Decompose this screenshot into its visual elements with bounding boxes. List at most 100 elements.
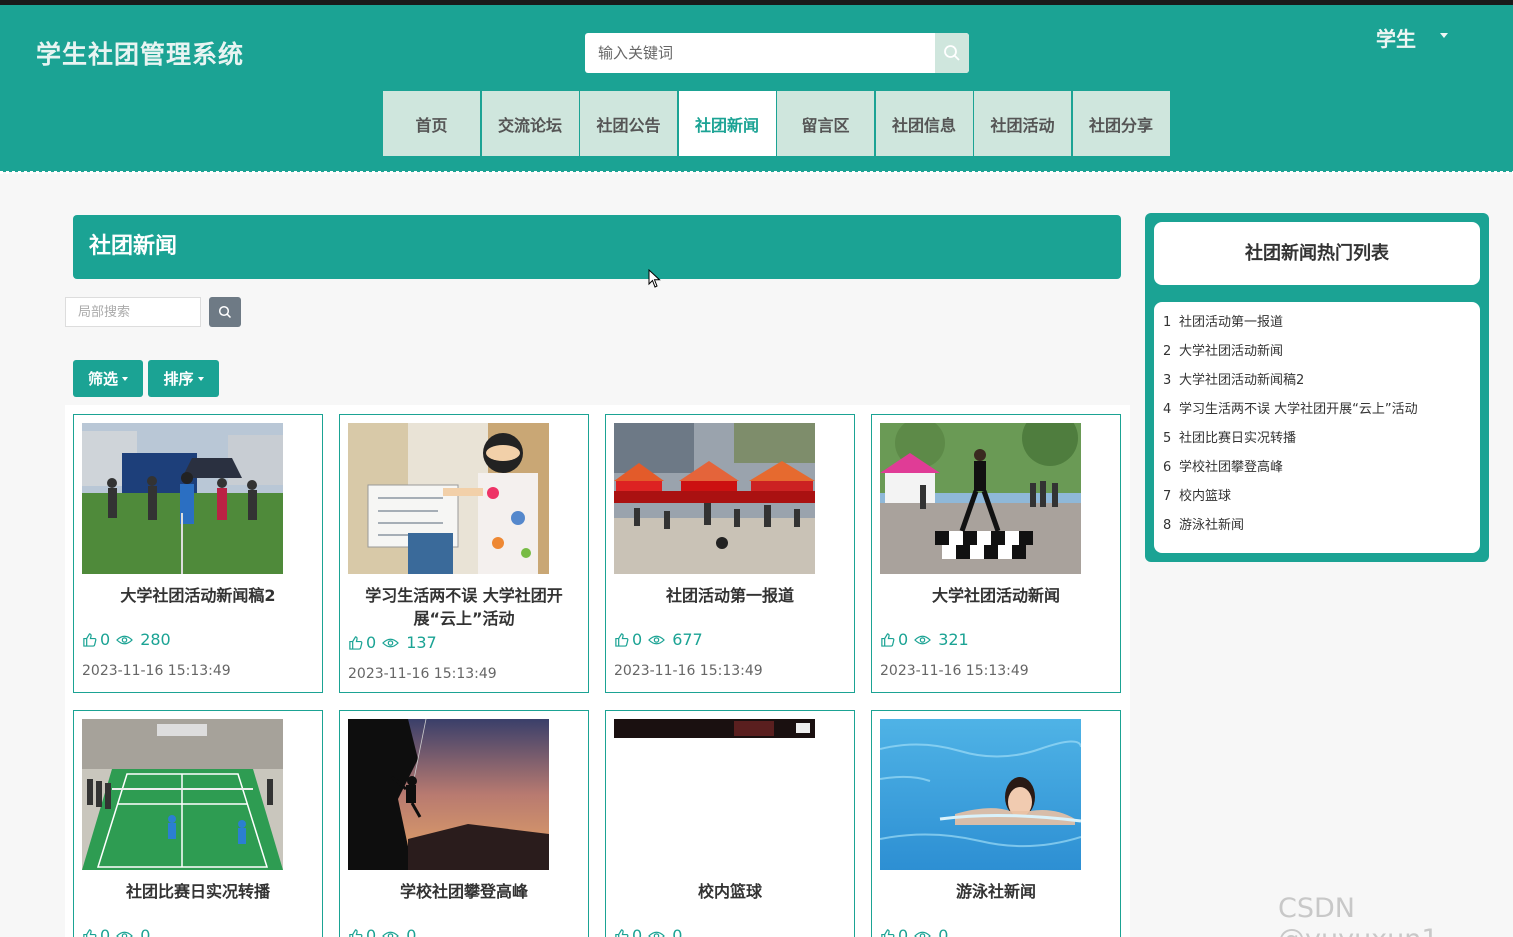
news-card[interactable]: 学习生活两不误 大学社团开展“云上”活动 0 137 2023-11-16 15… xyxy=(339,414,589,693)
nav-item-7[interactable]: 社团分享 xyxy=(1072,91,1170,156)
hot-list-item[interactable]: 3 大学社团活动新闻稿2 xyxy=(1154,369,1480,398)
news-card-date: 2023-11-16 15:13:49 xyxy=(82,663,231,679)
eye-icon xyxy=(382,931,400,937)
news-card-stats: 0 0 xyxy=(614,926,682,937)
news-card-stats: 0 0 xyxy=(348,926,416,937)
hot-list-label: 社团比赛日实况转播 xyxy=(1179,431,1297,446)
news-card-image-whiteboard-person[interactable] xyxy=(348,423,549,574)
news-card[interactable]: 游泳社新闻 0 0 xyxy=(871,710,1121,937)
like-count: 0 xyxy=(366,633,377,652)
hot-list-rank: 7 xyxy=(1163,489,1172,504)
view-count: 0 xyxy=(406,926,417,937)
hot-list: 1 社团活动第一报道 2 大学社团活动新闻 3 大学社团活动新闻稿2 4 学习生活两不误 大学… xyxy=(1154,302,1480,553)
nav-item-5[interactable]: 社团信息 xyxy=(875,91,973,156)
view-count: 0 xyxy=(140,926,151,937)
eye-icon xyxy=(116,635,134,644)
news-card-title[interactable]: 社团活动第一报道 xyxy=(614,584,846,607)
view-count: 280 xyxy=(140,630,171,649)
search-button[interactable] xyxy=(935,33,969,73)
hot-list-item[interactable]: 4 学习生活两不误 大学社团开展“云上”活动 xyxy=(1154,398,1480,427)
filter-button[interactable]: 筛选 xyxy=(73,360,143,397)
hot-list-label: 学校社团攀登高峰 xyxy=(1179,460,1284,475)
eye-icon xyxy=(648,635,666,644)
hot-list-label: 社团活动第一报道 xyxy=(1179,315,1284,330)
like-icon xyxy=(615,929,629,937)
like-count: 0 xyxy=(898,630,909,649)
like-count: 0 xyxy=(632,630,643,649)
local-search-input[interactable] xyxy=(65,297,201,327)
news-card-title[interactable]: 校内篮球 xyxy=(614,880,846,903)
header-divider xyxy=(0,171,1513,174)
news-card-image-club-tents[interactable] xyxy=(614,423,815,574)
news-card-title[interactable]: 学习生活两不误 大学社团开展“云上”活动 xyxy=(348,584,580,630)
hot-list-rank: 2 xyxy=(1163,344,1172,359)
watermark: CSDN @yuyuxun1 xyxy=(1278,893,1439,937)
like-count: 0 xyxy=(898,926,909,937)
news-card-title[interactable]: 大学社团活动新闻 xyxy=(880,584,1112,607)
hot-list-rank: 4 xyxy=(1163,402,1172,417)
nav-item-6[interactable]: 社团活动 xyxy=(974,91,1071,156)
like-icon xyxy=(83,929,97,937)
news-card-title[interactable]: 游泳社新闻 xyxy=(880,880,1112,903)
news-card-stats: 0 0 xyxy=(880,926,948,937)
caret-down-icon xyxy=(197,376,204,381)
eye-icon xyxy=(648,931,666,937)
news-card[interactable]: 社团活动第一报道 0 677 2023-11-16 15:13:49 xyxy=(605,414,855,693)
like-count: 0 xyxy=(366,926,377,937)
news-card-title[interactable]: 学校社团攀登高峰 xyxy=(348,880,580,903)
nav-item-4[interactable]: 留言区 xyxy=(777,91,874,156)
nav-item-1[interactable]: 交流论坛 xyxy=(481,91,579,156)
site-logo[interactable]: 学生社团管理系统 xyxy=(36,35,244,71)
news-card[interactable]: 学校社团攀登高峰 0 0 xyxy=(339,710,589,937)
hot-list-rank: 1 xyxy=(1163,315,1172,330)
hot-list-item[interactable]: 6 学校社团攀登高峰 xyxy=(1154,456,1480,485)
news-card-title[interactable]: 社团比赛日实况转播 xyxy=(82,880,314,903)
view-count: 677 xyxy=(672,630,703,649)
like-count: 0 xyxy=(632,926,643,937)
nav-item-0[interactable]: 首页 xyxy=(383,91,480,156)
sort-button[interactable]: 排序 xyxy=(148,360,219,397)
like-icon xyxy=(349,929,363,937)
like-icon xyxy=(615,633,629,647)
local-search-button[interactable] xyxy=(209,297,241,327)
hot-list-item[interactable]: 1 社团活动第一报道 xyxy=(1154,311,1480,340)
news-card-image-swimmer[interactable] xyxy=(880,719,1081,870)
eye-icon xyxy=(914,931,932,937)
view-count: 321 xyxy=(938,630,969,649)
hot-list-item[interactable]: 2 大学社团活动新闻 xyxy=(1154,340,1480,369)
hot-list-label: 学习生活两不误 大学社团开展“云上”活动 xyxy=(1179,402,1418,417)
news-card-image-rock-climbing[interactable] xyxy=(348,719,549,870)
like-count: 0 xyxy=(100,926,111,937)
hot-list-item[interactable]: 7 校内篮球 xyxy=(1154,485,1480,514)
user-menu[interactable]: 学生 xyxy=(1376,23,1416,52)
news-card[interactable]: 校内篮球 0 0 xyxy=(605,710,855,937)
news-card-stats: 0 677 xyxy=(614,630,703,649)
news-card-image-dance-lawn[interactable] xyxy=(82,423,283,574)
news-card-date: 2023-11-16 15:13:49 xyxy=(348,666,497,682)
hot-list-label: 游泳社新闻 xyxy=(1179,518,1245,533)
hot-list-rank: 3 xyxy=(1163,373,1172,388)
search-input[interactable] xyxy=(585,33,935,73)
eye-icon xyxy=(382,638,400,647)
news-card-image-basketball-video[interactable] xyxy=(614,719,815,870)
news-card-image-street-dance[interactable] xyxy=(880,423,1081,574)
like-icon xyxy=(881,633,895,647)
hot-list-item[interactable]: 5 社团比赛日实况转播 xyxy=(1154,427,1480,456)
hot-list-item[interactable]: 8 游泳社新闻 xyxy=(1154,514,1480,543)
nav-item-2[interactable]: 社团公告 xyxy=(580,91,677,156)
news-card[interactable]: 大学社团活动新闻 0 321 2023-11-16 15:13:49 xyxy=(871,414,1121,693)
like-count: 0 xyxy=(100,630,111,649)
news-card[interactable]: 大学社团活动新闻稿2 0 280 2023-11-16 15:13:49 xyxy=(73,414,323,693)
nav-item-3[interactable]: 社团新闻 xyxy=(678,91,776,156)
news-card[interactable]: 社团比赛日实况转播 0 0 xyxy=(73,710,323,937)
header: 学生社团管理系统 学生 首页交流论坛社团公告社团新闻留言区社团信息社团活动社团分… xyxy=(0,5,1513,172)
search-icon xyxy=(944,45,960,61)
news-card-image-badminton-court[interactable] xyxy=(82,719,283,870)
news-card-title[interactable]: 大学社团活动新闻稿2 xyxy=(82,584,314,607)
eye-icon xyxy=(914,635,932,644)
search-bar xyxy=(585,33,969,73)
view-count: 0 xyxy=(938,926,949,937)
chevron-down-icon[interactable] xyxy=(1440,33,1448,38)
like-icon xyxy=(881,929,895,937)
main-nav: 首页 交流论坛 社团公告 社团新闻 留言区 社团信息 社团活动 社团分享 xyxy=(383,91,1171,156)
